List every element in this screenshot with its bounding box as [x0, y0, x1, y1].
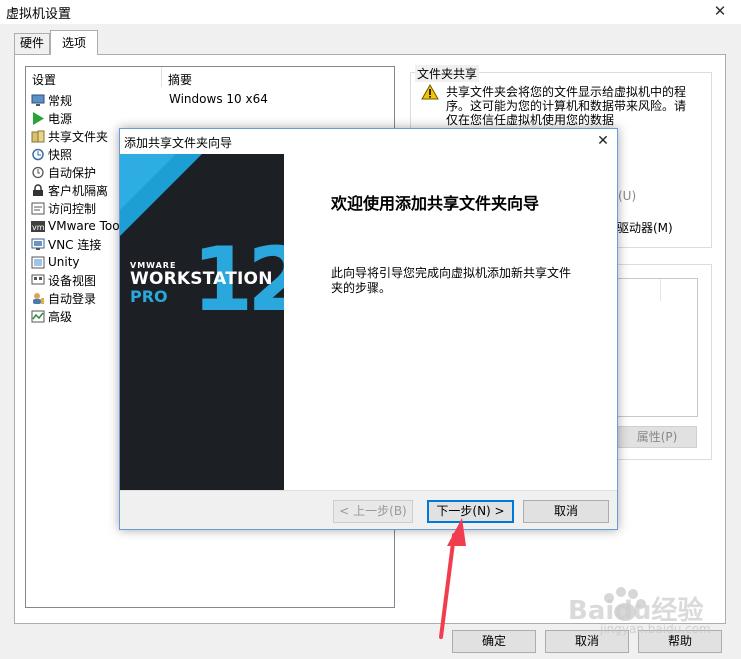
- annotation-arrow: [439, 518, 466, 639]
